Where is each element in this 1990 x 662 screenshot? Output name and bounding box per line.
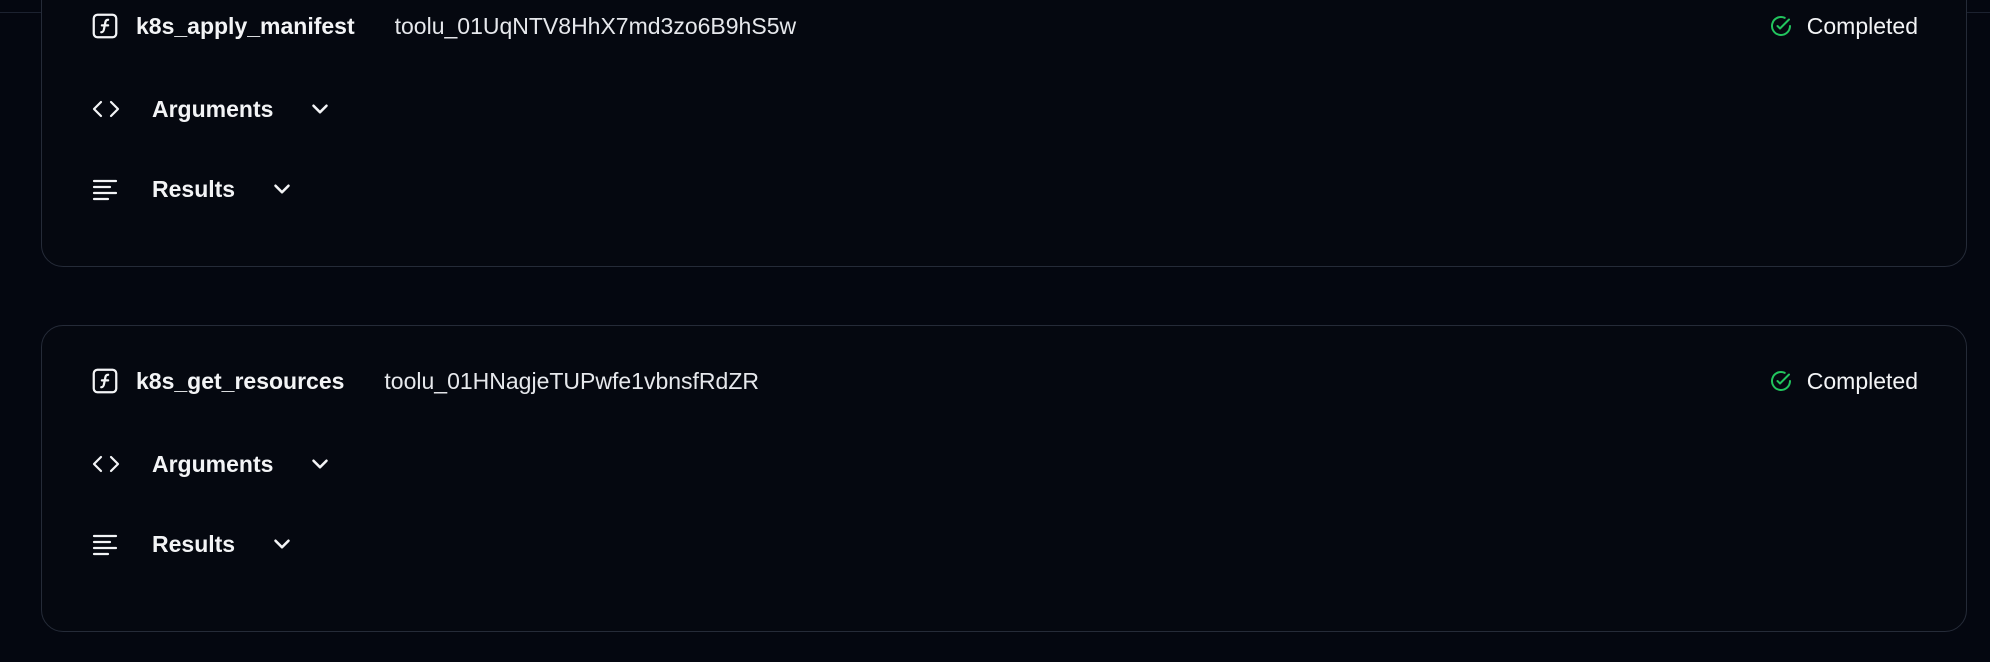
code-brackets-icon — [92, 455, 120, 473]
tool-call-id: toolu_01HNagjeTUPwfe1vbnsfRdZR — [384, 367, 759, 394]
results-label: Results — [152, 530, 236, 557]
check-circle-icon — [1770, 371, 1791, 391]
arguments-toggle[interactable]: Arguments — [90, 93, 333, 125]
text-lines-icon — [92, 534, 118, 556]
tool-name: k8s_get_resources — [136, 367, 345, 394]
arguments-toggle[interactable]: Arguments — [90, 448, 333, 480]
status-label: Completed — [1806, 12, 1918, 39]
chevron-down-icon — [312, 104, 329, 114]
text-lines-icon — [92, 179, 118, 201]
tool-call-card: k8s_get_resources toolu_01HNagjeTUPwfe1v… — [41, 325, 1967, 632]
tool-name: k8s_apply_manifest — [136, 12, 355, 39]
chevron-down-icon — [274, 184, 290, 194]
arguments-label: Arguments — [152, 95, 274, 122]
tool-call-header: k8s_get_resources toolu_01HNagjeTUPwfe1v… — [90, 366, 1918, 396]
code-brackets-icon — [92, 100, 120, 118]
results-toggle[interactable]: Results — [90, 528, 295, 560]
arguments-label: Arguments — [152, 450, 274, 477]
tool-call-card: k8s_apply_manifest toolu_01UqNTV8HhX7md3… — [41, 0, 1967, 267]
chevron-down-icon — [312, 459, 329, 469]
status-badge: Completed — [1769, 13, 1918, 40]
chevron-down-icon — [274, 539, 290, 549]
check-circle-icon — [1770, 16, 1791, 36]
function-icon — [92, 368, 118, 394]
results-label: Results — [152, 175, 236, 202]
status-badge: Completed — [1769, 368, 1918, 395]
results-toggle[interactable]: Results — [90, 173, 295, 205]
tool-call-header: k8s_apply_manifest toolu_01UqNTV8HhX7md3… — [90, 11, 1918, 41]
function-icon — [92, 13, 118, 39]
tool-call-id: toolu_01UqNTV8HhX7md3zo6B9hS5w — [394, 12, 797, 39]
status-label: Completed — [1806, 367, 1918, 394]
